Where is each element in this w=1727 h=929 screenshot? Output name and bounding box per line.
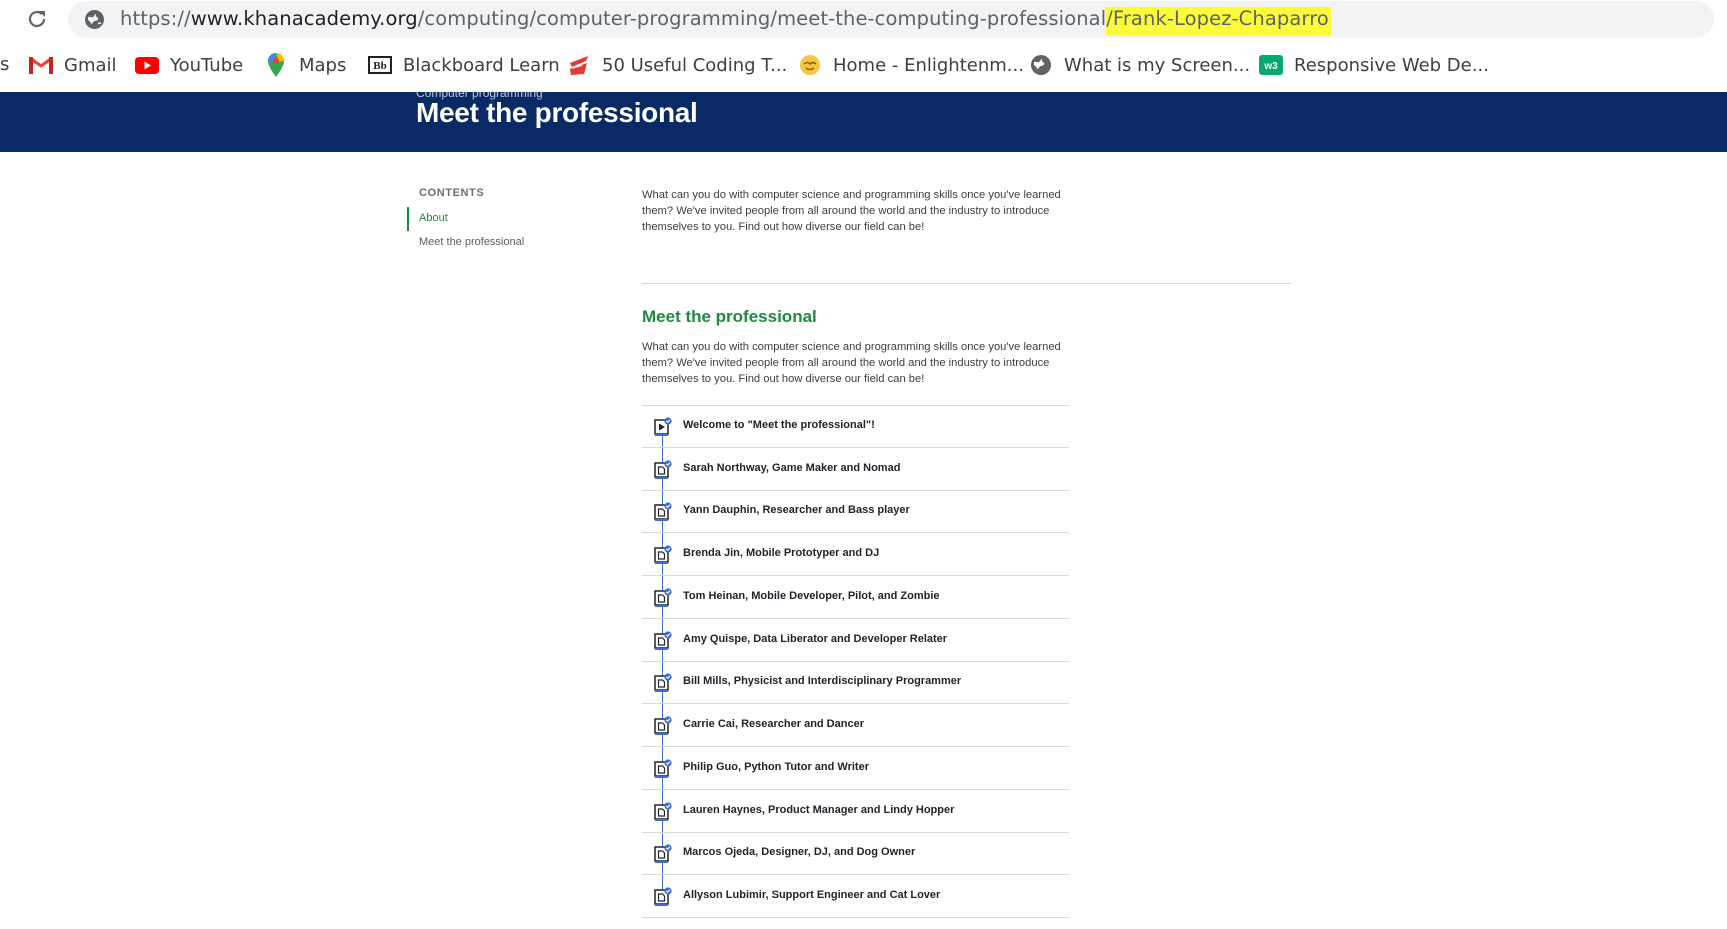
toc-item-meet-the-professional[interactable]: Meet the professional — [419, 236, 524, 248]
list-item[interactable]: Allyson Lubimir, Support Engineer and Ca… — [642, 875, 1069, 918]
page-header: Computer programming Meet the profession… — [0, 92, 1727, 152]
article-icon — [654, 460, 672, 480]
svg-text:Bb: Bb — [373, 60, 386, 72]
url-path: /computing/computer-programming/meet-the… — [417, 7, 1107, 30]
article-icon — [654, 759, 672, 779]
article-icon — [654, 502, 672, 522]
emoji-icon — [797, 52, 823, 78]
list-item-title: Philip Guo, Python Tutor and Writer — [683, 761, 869, 773]
bookmark-maps[interactable]: Maps — [263, 48, 346, 82]
list-item[interactable]: Welcome to "Meet the professional"! — [642, 405, 1069, 448]
bookmark-youtube[interactable]: YouTube — [134, 48, 243, 82]
list-item-title: Welcome to "Meet the professional"! — [683, 419, 875, 431]
list-item-title: Brenda Jin, Mobile Prototyper and DJ — [683, 547, 880, 559]
list-item-title: Yann Dauphin, Researcher and Bass player — [683, 504, 910, 516]
section-intro-text: What can you do with computer science an… — [642, 341, 1061, 385]
list-item[interactable]: Yann Dauphin, Researcher and Bass player — [642, 490, 1069, 533]
bookmark-label: What is my Screen... — [1064, 54, 1251, 76]
section-title: Meet the professional — [642, 307, 817, 326]
article-icon — [654, 631, 672, 651]
contents-heading: CONTENTS — [419, 187, 485, 199]
url-text[interactable]: https://www.khanacademy.org/computing/co… — [120, 7, 1331, 36]
active-indicator — [407, 207, 409, 231]
page-title: Meet the professional — [416, 97, 698, 128]
w3-icon: w3 — [1258, 52, 1284, 78]
article-icon — [654, 545, 672, 565]
list-item-title: Tom Heinan, Mobile Developer, Pilot, and… — [683, 590, 940, 602]
list-item[interactable]: Amy Quispe, Data Liberator and Developer… — [642, 619, 1069, 662]
list-item-title: Carrie Cai, Researcher and Dancer — [683, 718, 864, 730]
bookmark-blackboard[interactable]: Bb Blackboard Learn — [367, 48, 560, 82]
url-highlighted-segment: /Frank-Lopez-Chaparro — [1106, 7, 1331, 36]
reload-icon[interactable] — [22, 4, 52, 34]
site-info-icon[interactable] — [84, 9, 105, 30]
list-item[interactable]: Carrie Cai, Researcher and Dancer — [642, 704, 1069, 747]
bookmark-label: Maps — [299, 54, 347, 76]
bookmark-coding-tips[interactable]: 50 Useful Coding T... — [566, 48, 787, 82]
article-icon — [654, 716, 672, 736]
video-icon — [654, 417, 672, 437]
bookmark-label: Home - Enlightenm... — [833, 54, 1024, 76]
article-icon — [654, 802, 672, 822]
list-item[interactable]: Bill Mills, Physicist and Interdisciplin… — [642, 661, 1069, 704]
list-item[interactable]: Sarah Northway, Game Maker and Nomad — [642, 448, 1069, 491]
bookmark-label: Gmail — [64, 54, 117, 76]
bookmark-label: YouTube — [170, 54, 244, 76]
list-item-title: Lauren Haynes, Product Manager and Lindy… — [683, 804, 955, 816]
bookmarks-bar: Gmail YouTube Maps Bb Blackboard Learn 5… — [0, 48, 1727, 82]
bookmark-screen[interactable]: What is my Screen... — [1028, 48, 1250, 82]
toc-item-about[interactable]: About — [419, 212, 448, 224]
section-divider — [642, 283, 1291, 284]
address-bar[interactable]: https://www.khanacademy.org/computing/co… — [68, 1, 1714, 38]
maps-icon — [263, 52, 289, 78]
bookmark-site-icon — [566, 52, 592, 78]
youtube-icon — [134, 52, 160, 78]
article-icon — [654, 844, 672, 864]
article-icon — [654, 887, 672, 907]
intro-text: What can you do with computer science an… — [642, 189, 1061, 233]
bookmark-label: 50 Useful Coding T... — [602, 54, 788, 76]
list-item-title: Sarah Northway, Game Maker and Nomad — [683, 462, 901, 474]
list-item-title: Amy Quispe, Data Liberator and Developer… — [683, 633, 948, 645]
list-item-title: Bill Mills, Physicist and Interdisciplin… — [683, 675, 962, 687]
article-icon — [654, 673, 672, 693]
svg-text:w3: w3 — [1263, 61, 1278, 72]
bookmark-label: Responsive Web De... — [1294, 54, 1489, 76]
list-item-title: Marcos Ojeda, Designer, DJ, and Dog Owne… — [683, 846, 916, 858]
url-scheme: https:// — [120, 7, 191, 30]
bookmark-responsive-web[interactable]: w3 Responsive Web De... — [1258, 48, 1489, 82]
article-icon — [654, 588, 672, 608]
browser-chrome: https://www.khanacademy.org/computing/co… — [0, 0, 1727, 92]
bookmark-enlightenment[interactable]: Home - Enlightenm... — [797, 48, 1024, 82]
list-item[interactable]: Brenda Jin, Mobile Prototyper and DJ — [642, 533, 1069, 576]
list-item[interactable]: Lauren Haynes, Product Manager and Lindy… — [642, 790, 1069, 833]
list-item[interactable]: Tom Heinan, Mobile Developer, Pilot, and… — [642, 576, 1069, 619]
blackboard-icon: Bb — [367, 52, 393, 78]
bookmark-gmail[interactable]: Gmail — [28, 48, 117, 82]
bookmark-label: Blackboard Learn — [403, 54, 560, 76]
list-item[interactable]: Philip Guo, Python Tutor and Writer — [642, 747, 1069, 790]
list-item[interactable]: Marcos Ojeda, Designer, DJ, and Dog Owne… — [642, 832, 1069, 875]
gmail-icon — [28, 52, 54, 78]
url-host: www.khanacademy.org — [190, 7, 418, 30]
globe-icon — [1028, 52, 1054, 78]
list-item-title: Allyson Lubimir, Support Engineer and Ca… — [683, 889, 941, 901]
